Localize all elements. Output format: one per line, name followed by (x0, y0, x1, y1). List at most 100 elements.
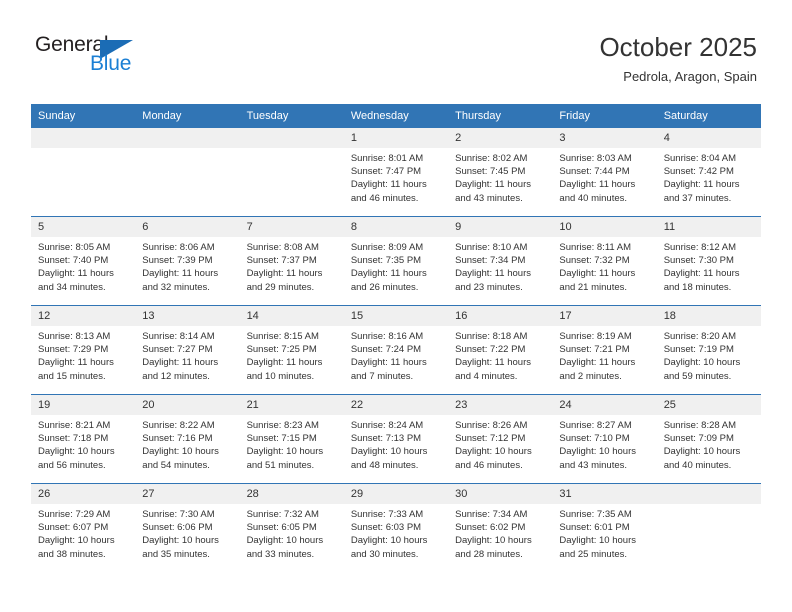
calendar-day-cell[interactable]: 5 Sunrise: 8:05 AM Sunset: 7:40 PM Daylight… (31, 216, 136, 306)
sunrise-text: Sunrise: 8:06 AM (142, 242, 215, 253)
weekday-header-tuesday: Tuesday (239, 104, 344, 128)
calendar-day-cell[interactable]: 28 Sunrise: 7:32 AM Sunset: 6:05 PM Dayligh… (239, 483, 344, 572)
sunset-text: Sunset: 7:09 PM (663, 433, 734, 445)
calendar-day-cell[interactable]: 29 Sunrise: 7:33 AM Sunset: 6:03 PM Dayligh… (343, 483, 449, 572)
sunrise-text: Sunrise: 8:01 AM (350, 153, 424, 164)
day-details: Sunrise: 8:03 AM Sunset: 7:44 PM Daylight:… (552, 148, 656, 205)
calendar-day-cell[interactable]: 24 Sunrise: 8:27 AM Sunset: 7:10 PM Dayligh… (552, 394, 657, 484)
calendar-day-cell[interactable]: 21 Sunrise: 8:23 AM Sunset: 7:15 PM Dayligh… (239, 394, 344, 484)
day-number (135, 128, 240, 148)
daylight-text-line1: Daylight: 10 hours (663, 446, 741, 458)
calendar-day-cell[interactable]: 16 Sunrise: 8:18 AM Sunset: 7:22 PM Dayligh… (448, 305, 553, 395)
calendar-day-cell[interactable]: 4 Sunrise: 8:04 AM Sunset: 7:42 PM Daylight… (656, 127, 761, 217)
day-number: 4 (656, 128, 761, 148)
sunset-text: Sunset: 7:30 PM (663, 255, 734, 267)
calendar-day-cell[interactable]: 26 Sunrise: 7:29 AM Sunset: 6:07 PM Dayligh… (31, 483, 136, 572)
sunset-text: Sunset: 7:40 PM (38, 255, 109, 267)
daylight-text-line1: Daylight: 11 hours (455, 268, 531, 280)
sunset-text: Sunset: 6:01 PM (559, 522, 630, 534)
sunset-text: Sunset: 7:21 PM (559, 344, 630, 356)
calendar-empty-cell (656, 483, 761, 572)
sunrise-text: Sunrise: 8:11 AM (559, 242, 632, 253)
calendar-day-cell[interactable]: 25 Sunrise: 8:28 AM Sunset: 7:09 PM Dayligh… (656, 394, 761, 484)
sunrise-text: Sunrise: 7:35 AM (559, 509, 632, 520)
daylight-text-line2: and 46 minutes. (455, 459, 523, 471)
sunrise-text: Sunrise: 8:20 AM (663, 331, 737, 342)
calendar-day-cell[interactable]: 11 Sunrise: 8:12 AM Sunset: 7:30 PM Dayligh… (656, 216, 761, 306)
calendar-day-cell[interactable]: 17 Sunrise: 8:19 AM Sunset: 7:21 PM Dayligh… (552, 305, 657, 395)
sunset-text: Sunset: 7:35 PM (350, 255, 422, 267)
calendar-day-cell[interactable]: 2 Sunrise: 8:02 AM Sunset: 7:45 PM Daylight… (448, 127, 553, 217)
calendar-day-cell[interactable]: 22 Sunrise: 8:24 AM Sunset: 7:13 PM Dayligh… (343, 394, 449, 484)
day-number (656, 484, 761, 504)
calendar-day-cell[interactable]: 19 Sunrise: 8:21 AM Sunset: 7:18 PM Dayligh… (31, 394, 136, 484)
daylight-text-line2: and 25 minutes. (559, 548, 628, 560)
calendar-day-cell[interactable]: 7 Sunrise: 8:08 AM Sunset: 7:37 PM Daylight… (239, 216, 344, 306)
day-details: Sunrise: 8:18 AM Sunset: 7:22 PM Daylight:… (448, 326, 552, 383)
day-number: 3 (552, 128, 657, 148)
day-details: Sunrise: 7:35 AM Sunset: 6:01 PM Daylight:… (552, 504, 656, 561)
calendar-week-row: 12 Sunrise: 8:13 AM Sunset: 7:29 PM Dayligh… (31, 305, 761, 395)
calendar-day-cell[interactable]: 3 Sunrise: 8:03 AM Sunset: 7:44 PM Daylight… (552, 127, 657, 217)
general-blue-logo[interactable]: General Blue (35, 33, 215, 81)
daylight-text-line1: Daylight: 11 hours (350, 179, 427, 191)
calendar-day-cell[interactable]: 27 Sunrise: 7:30 AM Sunset: 6:06 PM Dayligh… (135, 483, 240, 572)
sunset-text: Sunset: 7:13 PM (350, 433, 422, 445)
calendar-day-cell[interactable]: 8 Sunrise: 8:09 AM Sunset: 7:35 PM Daylight… (343, 216, 449, 306)
sunrise-text: Sunrise: 8:24 AM (350, 420, 424, 431)
calendar-day-cell[interactable]: 31 Sunrise: 7:35 AM Sunset: 6:01 PM Dayligh… (552, 483, 657, 572)
calendar-day-cell[interactable]: 13 Sunrise: 8:14 AM Sunset: 7:27 PM Dayligh… (135, 305, 240, 395)
calendar-week-row: 19 Sunrise: 8:21 AM Sunset: 7:18 PM Dayligh… (31, 394, 761, 484)
weekday-header-sunday: Sunday (31, 104, 136, 128)
daylight-text-line1: Daylight: 10 hours (246, 535, 324, 547)
calendar-day-cell[interactable]: 14 Sunrise: 8:15 AM Sunset: 7:25 PM Dayligh… (239, 305, 344, 395)
day-details: Sunrise: 8:02 AM Sunset: 7:45 PM Daylight:… (448, 148, 552, 205)
daylight-text-line1: Daylight: 10 hours (350, 446, 428, 458)
calendar-day-cell[interactable]: 1 Sunrise: 8:01 AM Sunset: 7:47 PM Daylight… (343, 127, 449, 217)
sunset-text: Sunset: 6:02 PM (455, 522, 526, 534)
sunrise-text: Sunrise: 8:13 AM (38, 331, 111, 342)
day-details: Sunrise: 8:21 AM Sunset: 7:18 PM Daylight:… (31, 415, 135, 472)
daylight-text-line2: and 32 minutes. (142, 281, 210, 293)
day-details: Sunrise: 8:24 AM Sunset: 7:13 PM Daylight:… (344, 415, 448, 472)
calendar-empty-cell (135, 127, 240, 217)
calendar-day-cell[interactable]: 12 Sunrise: 8:13 AM Sunset: 7:29 PM Dayligh… (31, 305, 136, 395)
day-details: Sunrise: 7:34 AM Sunset: 6:02 PM Daylight:… (448, 504, 552, 561)
sunrise-text: Sunrise: 8:02 AM (455, 153, 528, 164)
daylight-text-line2: and 34 minutes. (38, 281, 106, 293)
calendar-day-cell[interactable]: 6 Sunrise: 8:06 AM Sunset: 7:39 PM Daylight… (135, 216, 240, 306)
calendar-day-cell[interactable]: 9 Sunrise: 8:10 AM Sunset: 7:34 PM Daylight… (448, 216, 553, 306)
daylight-text-line1: Daylight: 11 hours (350, 268, 427, 280)
sunset-text: Sunset: 7:39 PM (142, 255, 213, 267)
sunset-text: Sunset: 7:47 PM (350, 166, 422, 178)
sunset-text: Sunset: 7:22 PM (455, 344, 526, 356)
sunset-text: Sunset: 7:19 PM (663, 344, 734, 356)
sunset-text: Sunset: 6:03 PM (350, 522, 422, 534)
day-number: 24 (552, 395, 657, 415)
calendar-day-cell[interactable]: 10 Sunrise: 8:11 AM Sunset: 7:32 PM Dayligh… (552, 216, 657, 306)
day-details: Sunrise: 8:11 AM Sunset: 7:32 PM Daylight:… (552, 237, 656, 294)
calendar-page: General Blue October 2025 Pedrola, Arago… (0, 0, 792, 612)
day-details: Sunrise: 8:12 AM Sunset: 7:30 PM Daylight:… (657, 237, 761, 294)
sunrise-text: Sunrise: 8:04 AM (663, 153, 737, 164)
calendar-day-cell[interactable]: 23 Sunrise: 8:26 AM Sunset: 7:12 PM Dayligh… (448, 394, 553, 484)
calendar-day-cell[interactable]: 15 Sunrise: 8:16 AM Sunset: 7:24 PM Dayligh… (343, 305, 449, 395)
calendar-table: Sunday Monday Tuesday Wednesday Thursday… (31, 104, 761, 572)
weekday-header-wednesday: Wednesday (343, 104, 449, 128)
daylight-text-line2: and 10 minutes. (246, 370, 315, 382)
sunrise-text: Sunrise: 8:27 AM (559, 420, 632, 431)
sunrise-text: Sunrise: 8:18 AM (455, 331, 528, 342)
daylight-text-line2: and 51 minutes. (246, 459, 315, 471)
day-number: 5 (31, 217, 136, 237)
day-number: 19 (31, 395, 136, 415)
sunset-text: Sunset: 7:42 PM (663, 166, 734, 178)
calendar-day-cell[interactable]: 18 Sunrise: 8:20 AM Sunset: 7:19 PM Dayligh… (656, 305, 761, 395)
day-details: Sunrise: 7:29 AM Sunset: 6:07 PM Daylight:… (31, 504, 135, 561)
calendar-day-cell[interactable]: 30 Sunrise: 7:34 AM Sunset: 6:02 PM Dayligh… (448, 483, 553, 572)
calendar-day-cell[interactable]: 20 Sunrise: 8:22 AM Sunset: 7:16 PM Dayligh… (135, 394, 240, 484)
day-number: 6 (135, 217, 240, 237)
sunset-text: Sunset: 7:34 PM (455, 255, 526, 267)
daylight-text-line2: and 43 minutes. (455, 192, 523, 204)
sunset-text: Sunset: 7:25 PM (246, 344, 317, 356)
daylight-text-line1: Daylight: 11 hours (455, 357, 531, 369)
